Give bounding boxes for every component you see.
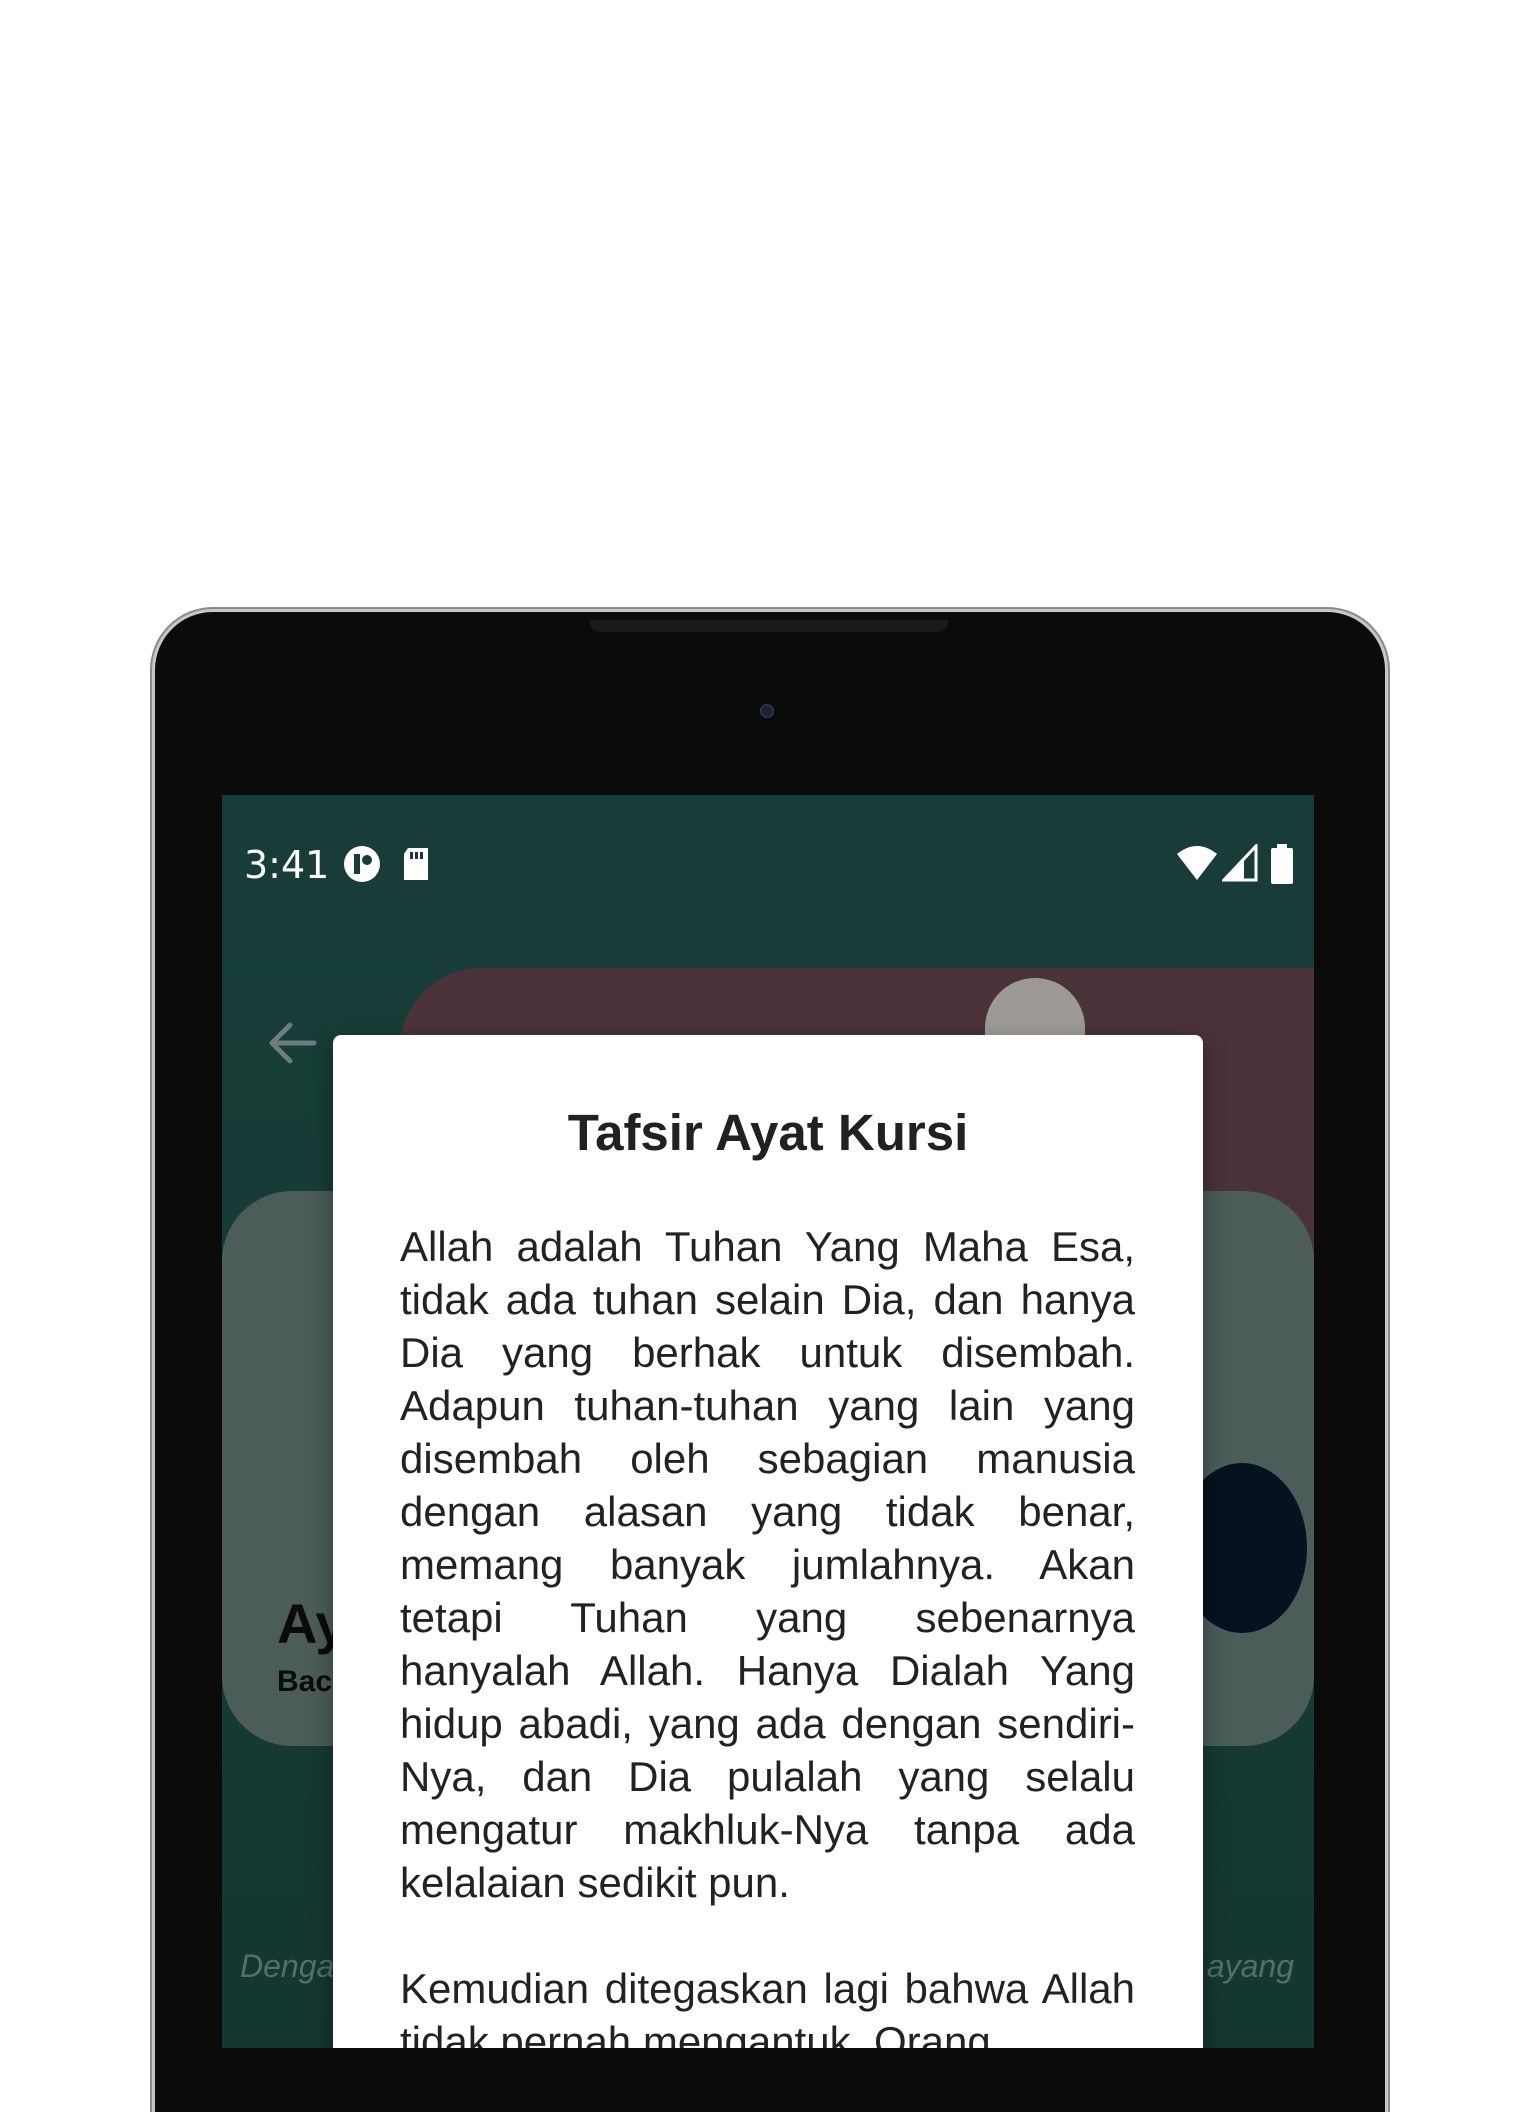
status-bar: 3:41 <box>222 795 1314 968</box>
cell-signal-icon <box>1222 844 1258 882</box>
front-camera <box>760 704 774 718</box>
dialog-paragraph: Allah adalah Tuhan Yang Maha Esa, tidak … <box>400 1223 1135 1906</box>
wifi-icon <box>1177 846 1217 880</box>
pocket-app-icon <box>344 846 380 882</box>
device-screen: 3:41 Ay Bac Denga ayang Tafsir Ayat Kurs… <box>222 795 1314 2048</box>
dialog-title: Tafsir Ayat Kursi <box>567 1104 969 1161</box>
tablet-speaker <box>590 620 948 632</box>
sd-card-icon <box>404 848 428 880</box>
battery-icon <box>1271 844 1293 884</box>
status-time: 3:41 <box>244 843 330 887</box>
tafsir-dialog: Tafsir Ayat Kursi Allah adalah Tuhan Yan… <box>333 1035 1203 2048</box>
dialog-paragraph: Kemudian ditegaskan lagi bahwa Allah tid… <box>400 1965 1135 2048</box>
dialog-body[interactable]: Allah adalah Tuhan Yang Maha Esa, tidak … <box>400 1220 1135 2048</box>
